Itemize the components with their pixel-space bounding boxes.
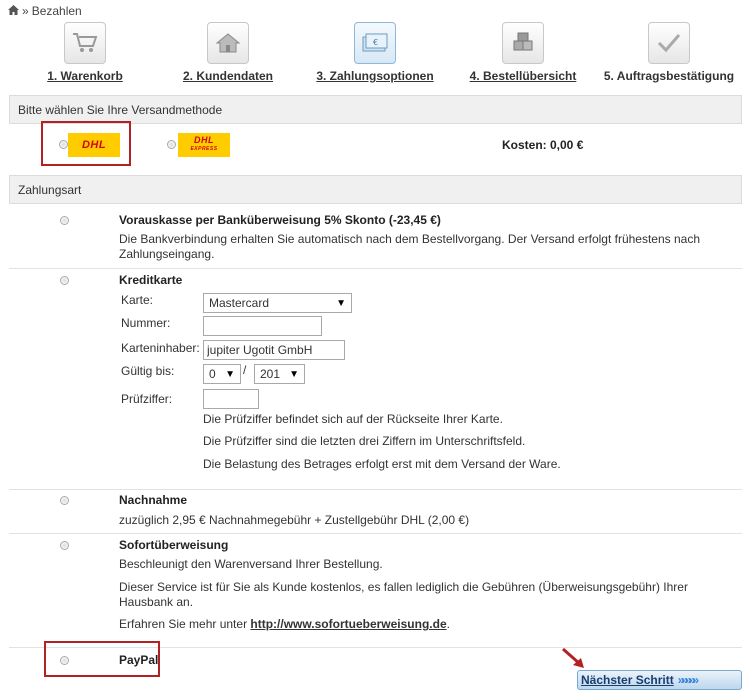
divider [9, 268, 742, 269]
sofort-title: Sofortüberweisung [119, 538, 229, 552]
shipping-cost: Kosten: 0,00 € [502, 138, 584, 152]
expiry-year-select[interactable]: 201 ▼ [254, 364, 305, 384]
divider [9, 489, 742, 490]
prepay-description: Die Bankverbindung erhalten Sie automati… [119, 232, 701, 261]
expiry-separator: / [243, 363, 247, 377]
card-number-label: Nummer: [121, 316, 171, 330]
charge-note: Die Belastung des Betrages erfolgt erst … [203, 457, 561, 471]
payment-radio-sofort[interactable] [60, 541, 69, 550]
chevron-down-icon: ▼ [225, 368, 235, 380]
step-label[interactable]: 2. Kundendaten [153, 69, 303, 83]
paypal-title: PayPal [119, 653, 159, 667]
creditcard-title: Kreditkarte [119, 273, 183, 287]
breadcrumb-separator: » [22, 4, 29, 18]
shipping-radio-dhl-express[interactable] [167, 140, 176, 149]
step-label[interactable]: 3. Zahlungsoptionen [300, 69, 450, 83]
payment-radio-prepay[interactable] [60, 216, 69, 225]
payment-header: Zahlungsart [9, 175, 742, 204]
card-type-label: Karte: [121, 293, 154, 307]
prepay-title: Vorauskasse per Banküberweisung 5% Skont… [119, 213, 441, 227]
payment-radio-cod[interactable] [60, 496, 69, 505]
shipping-header: Bitte wählen Sie Ihre Versandmethode [9, 95, 742, 124]
cod-title: Nachnahme [119, 493, 188, 507]
card-type-select[interactable]: Mastercard ▼ [203, 293, 352, 313]
home-icon[interactable] [8, 4, 19, 18]
checkout-steps: 1. Warenkorb 2. Kundendaten € 3. Zahlung… [0, 18, 755, 86]
breadcrumb: » Bezahlen [8, 4, 82, 18]
cvc-label: Prüfziffer: [121, 392, 173, 406]
cvc-note-location: Die Prüfziffer befindet sich auf der Rüc… [203, 412, 503, 426]
cart-icon [64, 22, 106, 64]
dhl-express-logo: DHL EXPRESS [178, 133, 230, 157]
expiry-month-select[interactable]: 0 ▼ [203, 364, 241, 384]
shipping-radio-dhl[interactable] [59, 140, 68, 149]
checkmark-icon [648, 22, 690, 64]
cvc-input[interactable] [203, 389, 259, 409]
step-kundendaten[interactable]: 2. Kundendaten [153, 22, 303, 83]
sofort-more-info: Erfahren Sie mehr unter http://www.sofor… [119, 617, 450, 631]
chevrons-icon: »»»»» [677, 673, 699, 687]
card-holder-label: Karteninhaber: [121, 341, 200, 355]
next-step-button[interactable]: Nächster Schritt »»»»» [577, 670, 742, 690]
step-bestelluebersicht[interactable]: 4. Bestellübersicht [448, 22, 598, 83]
payment-radio-paypal[interactable] [60, 656, 69, 665]
step-auftragsbestaetigung: 5. Auftragsbestätigung [594, 22, 744, 83]
valid-until-label: Gültig bis: [121, 364, 175, 378]
step-warenkorb[interactable]: 1. Warenkorb [10, 22, 160, 83]
step-label: 5. Auftragsbestätigung [603, 69, 735, 83]
svg-text:€: € [373, 38, 378, 47]
step-zahlungsoptionen[interactable]: € 3. Zahlungsoptionen [300, 22, 450, 83]
money-icon: € [354, 22, 396, 64]
divider [9, 533, 742, 534]
card-holder-input[interactable] [203, 340, 345, 360]
step-label[interactable]: 1. Warenkorb [10, 69, 160, 83]
step-label[interactable]: 4. Bestellübersicht [448, 69, 598, 83]
dhl-logo: DHL [68, 133, 120, 157]
house-icon [207, 22, 249, 64]
sofort-desc-fees: Dieser Service ist für Sie als Kunde kos… [119, 580, 688, 609]
payment-radio-creditcard[interactable] [60, 276, 69, 285]
card-number-input[interactable] [203, 316, 322, 336]
cvc-note-digits: Die Prüfziffer sind die letzten drei Zif… [203, 434, 526, 448]
chevron-down-icon: ▼ [336, 297, 346, 309]
sofort-link[interactable]: http://www.sofortueberweisung.de [250, 617, 446, 631]
cod-description: zuzüglich 2,95 € Nachnahmegebühr + Zuste… [119, 513, 470, 527]
chevron-down-icon: ▼ [289, 368, 299, 380]
breadcrumb-current: Bezahlen [31, 4, 82, 18]
boxes-icon [502, 22, 544, 64]
sofort-desc-speed: Beschleunigt den Warenversand Ihrer Best… [119, 557, 383, 571]
